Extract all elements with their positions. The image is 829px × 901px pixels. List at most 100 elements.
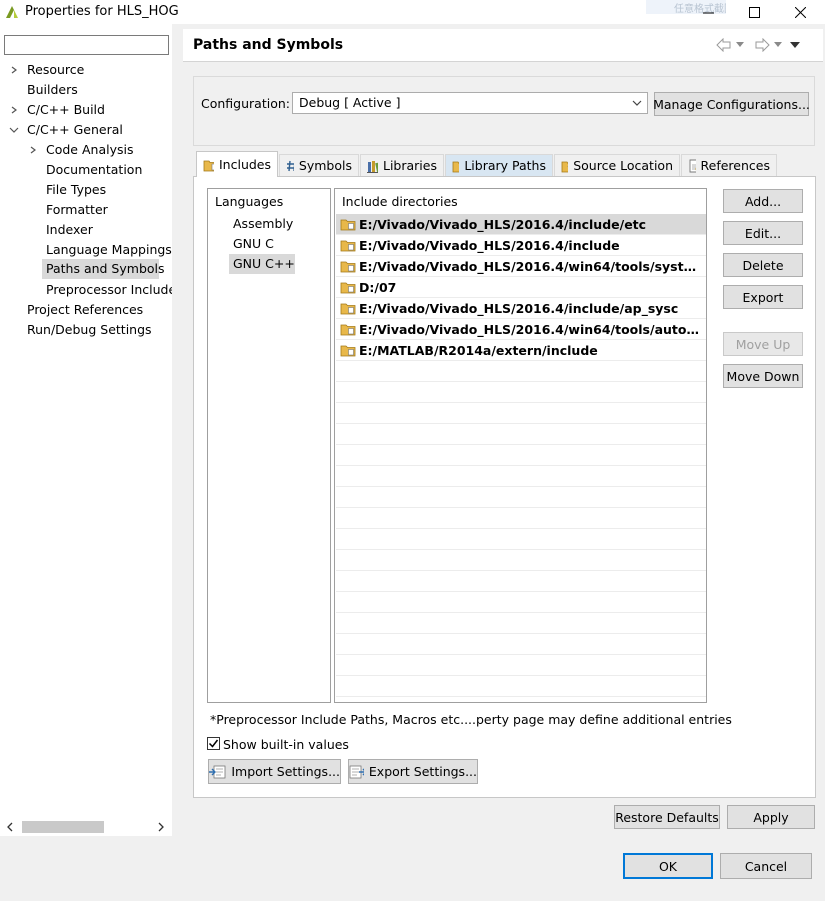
tab-label: Library Paths	[464, 158, 546, 173]
history-navigation	[716, 36, 816, 54]
include-directory-path: D:/07	[359, 279, 397, 295]
include-folder-icon	[340, 303, 356, 315]
export-settings-button[interactable]: Export Settings...	[348, 759, 478, 784]
empty-table-row	[336, 466, 706, 487]
tree-item-preprocessor-include[interactable]: Preprocessor Include	[46, 280, 176, 300]
back-arrow-icon[interactable]	[716, 38, 732, 52]
include-directory-path: E:/MATLAB/R2014a/extern/include	[359, 342, 598, 358]
include-directory-row[interactable]: E:/Vivado/Vivado_HLS/2016.4/win64/tools/…	[336, 256, 706, 277]
language-item-gnu-cpp[interactable]: GNU C++	[233, 254, 295, 274]
manage-configurations-button[interactable]: Manage Configurations...	[653, 92, 810, 116]
preprocessor-note: *Preprocessor Include Paths, Macros etc.…	[210, 712, 732, 727]
window-edge	[825, 24, 829, 901]
show-builtin-checkbox[interactable]	[207, 737, 220, 750]
tree-item-label: Resource	[27, 62, 85, 77]
tree-item-formatter[interactable]: Formatter	[46, 200, 108, 220]
close-window-button[interactable]	[778, 0, 822, 24]
include-directory-row[interactable]: E:/Vivado/Vivado_HLS/2016.4/include	[336, 235, 706, 256]
configuration-label: Configuration:	[201, 96, 290, 111]
include-directory-path: E:/Vivado/Vivado_HLS/2016.4/win64/tools/…	[359, 321, 704, 337]
checkmark-icon	[208, 739, 219, 748]
tab-label: References	[700, 158, 770, 173]
cancel-button[interactable]: Cancel	[720, 853, 812, 879]
include-directory-row[interactable]: E:/Vivado/Vivado_HLS/2016.4/win64/tools/…	[336, 319, 706, 340]
scrollbar-thumb[interactable]	[22, 821, 104, 833]
minimize-button[interactable]	[686, 0, 730, 24]
chevron-right-icon[interactable]	[9, 60, 19, 80]
ok-button[interactable]: OK	[623, 853, 713, 879]
empty-table-row	[336, 424, 706, 445]
scroll-left-icon[interactable]	[6, 822, 14, 832]
includes-folder-icon	[203, 160, 214, 171]
tab-symbols[interactable]: Symbols	[279, 154, 359, 176]
tree-item-project-references[interactable]: Project References	[27, 300, 143, 320]
delete-button[interactable]: Delete	[723, 253, 803, 277]
configuration-select[interactable]: Debug [ Active ]	[292, 92, 648, 114]
forward-dropdown-icon[interactable]	[774, 42, 782, 48]
tree-item-builders[interactable]: Builders	[27, 80, 78, 100]
close-icon	[794, 6, 806, 18]
import-settings-button[interactable]: Import Settings...	[208, 759, 341, 784]
export-settings-icon	[349, 765, 364, 778]
tree-horizontal-scrollbar[interactable]	[4, 819, 169, 835]
chevron-down-icon[interactable]	[9, 120, 19, 140]
filter-input[interactable]	[4, 35, 169, 55]
tab-references[interactable]: References	[681, 154, 777, 176]
tab-libraries[interactable]: Libraries	[360, 154, 444, 176]
restore-defaults-button[interactable]: Restore Defaults	[614, 805, 720, 829]
chevron-right-icon[interactable]	[28, 140, 38, 160]
show-builtin-label[interactable]: Show built-in values	[223, 737, 349, 752]
tree-item-documentation[interactable]: Documentation	[46, 160, 142, 180]
library-books-icon	[367, 160, 378, 173]
move-down-button[interactable]: Move Down	[723, 364, 803, 388]
empty-table-row	[336, 403, 706, 424]
apply-button[interactable]: Apply	[727, 805, 815, 829]
view-menu-icon[interactable]	[790, 41, 800, 49]
export-button[interactable]: Export	[723, 285, 803, 309]
empty-table-row	[336, 592, 706, 613]
empty-table-row	[336, 676, 706, 697]
include-directory-row[interactable]: E:/MATLAB/R2014a/extern/include	[336, 340, 706, 361]
back-dropdown-icon[interactable]	[736, 42, 744, 48]
include-directories-table[interactable]: Include directories E:/Vivado/Vivado_HLS…	[334, 188, 707, 703]
chevron-down-icon[interactable]	[630, 96, 644, 110]
tree-item-label: C/C++ General	[27, 122, 123, 137]
move-up-button[interactable]: Move Up	[723, 332, 803, 356]
include-folder-icon	[340, 219, 356, 231]
tab-label: Libraries	[383, 158, 437, 173]
tab-label: Source Location	[573, 158, 673, 173]
tree-item-indexer[interactable]: Indexer	[46, 220, 93, 240]
pane-splitter[interactable]	[172, 24, 180, 836]
empty-table-row	[336, 382, 706, 403]
tree-item-run-debug-settings[interactable]: Run/Debug Settings	[27, 320, 152, 340]
include-directory-row[interactable]: E:/Vivado/Vivado_HLS/2016.4/include/etc	[336, 214, 706, 235]
tab-library-paths[interactable]: Library Paths	[445, 154, 553, 176]
include-directories-header: Include directories	[342, 194, 458, 209]
minimize-icon	[702, 12, 714, 13]
add-button[interactable]: Add...	[723, 189, 803, 213]
empty-table-row	[336, 550, 706, 571]
tab-source-location[interactable]: Source Location	[554, 154, 680, 176]
include-directory-row[interactable]: E:/Vivado/Vivado_HLS/2016.4/include/ap_s…	[336, 298, 706, 319]
tree-item-label: C/C++ Build	[27, 102, 105, 117]
hash-icon	[287, 160, 294, 171]
import-settings-label: Import Settings...	[231, 764, 340, 779]
empty-table-row	[336, 655, 706, 676]
maximize-button[interactable]	[732, 0, 776, 24]
import-settings-icon	[209, 765, 226, 778]
include-folder-icon	[340, 345, 356, 357]
language-item-gnu-c[interactable]: GNU C	[233, 234, 274, 254]
edit-button[interactable]: Edit...	[723, 221, 803, 245]
empty-table-row	[336, 634, 706, 655]
chevron-right-icon[interactable]	[9, 100, 19, 120]
scroll-right-icon[interactable]	[157, 822, 165, 832]
languages-header: Languages	[215, 194, 284, 209]
tree-item-file-types[interactable]: File Types	[46, 180, 106, 200]
tab-includes[interactable]: Includes	[196, 151, 278, 177]
include-directory-row[interactable]: D:/07	[336, 277, 706, 298]
tree-item-language-mappings[interactable]: Language Mappings	[46, 240, 172, 260]
empty-table-row	[336, 529, 706, 550]
language-item-assembly[interactable]: Assembly	[233, 214, 293, 234]
forward-arrow-icon[interactable]	[754, 38, 770, 52]
tree-item-paths-and-symbols[interactable]: Paths and Symbols	[46, 259, 165, 279]
